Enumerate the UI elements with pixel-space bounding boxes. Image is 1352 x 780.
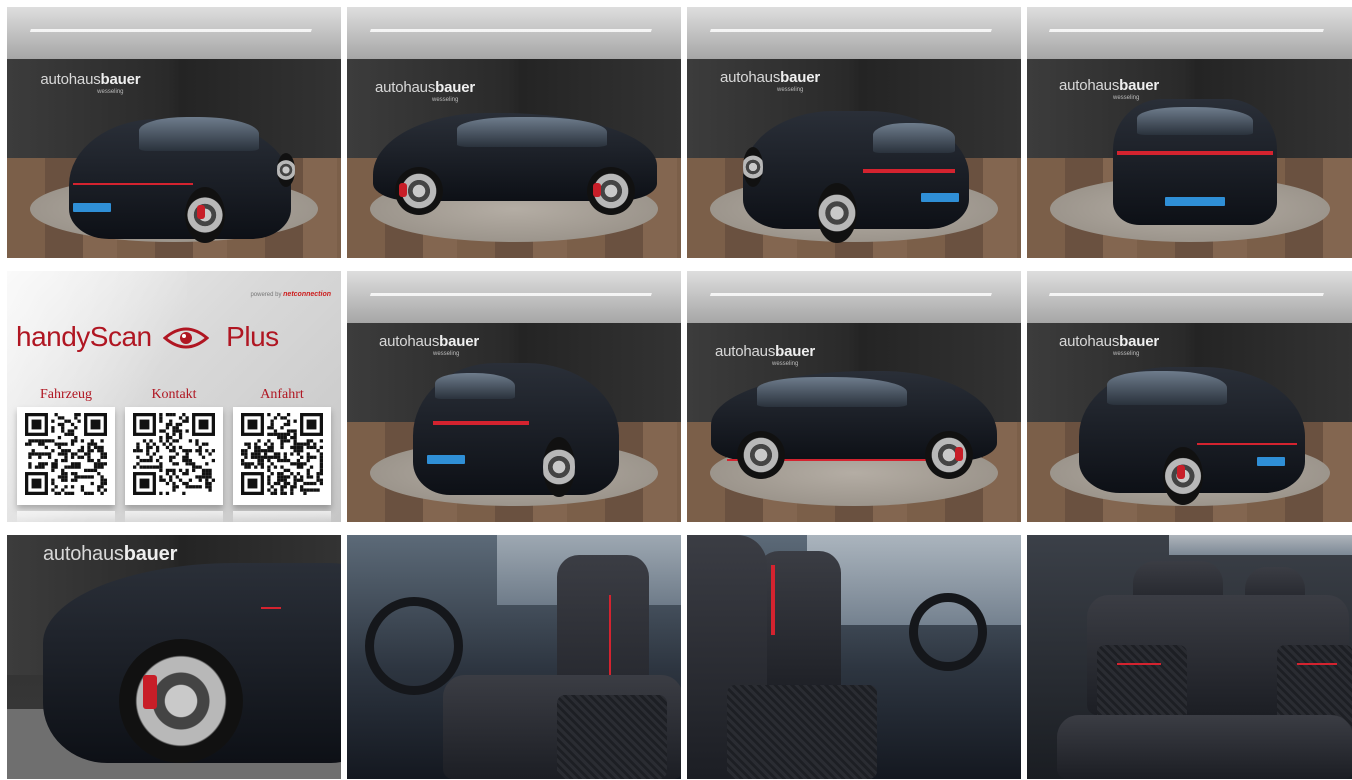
wheel [277, 153, 295, 187]
vehicle-image-gallery: autohausbauer wesseling autohausbauer we… [0, 0, 1352, 780]
gti-badge [261, 607, 281, 609]
qr-code-kontakt[interactable] [125, 407, 223, 505]
gallery-image-1[interactable]: autohausbauer wesseling [7, 7, 341, 258]
tail-lights [863, 169, 955, 173]
wheel [737, 431, 785, 479]
wheel [925, 431, 973, 479]
license-plate [1165, 197, 1225, 206]
rear-seat-cushion [1057, 715, 1352, 779]
steering-wheel [365, 597, 463, 695]
qr-label-anfahrt: Anfahrt [260, 387, 304, 402]
tail-lights [433, 421, 529, 425]
gallery-image-8[interactable]: autohausbauer wesseling [1027, 271, 1352, 522]
driver-seat [757, 551, 841, 701]
eye-icon [162, 327, 209, 349]
license-plate [73, 203, 111, 212]
steering-wheel [909, 593, 987, 671]
wheel [817, 183, 857, 243]
gallery-image-4[interactable]: autohausbauer wesseling [1027, 7, 1352, 258]
gallery-image-9[interactable]: autohausbauer [7, 535, 341, 779]
car-windshield [139, 117, 259, 151]
dealer-logo: autohausbauer [720, 69, 820, 86]
car-rear-window [1137, 107, 1253, 135]
dealer-logo: autohausbauer [43, 543, 178, 565]
dealer-logo: autohausbauer [375, 79, 475, 96]
qr-label-kontakt: Kontakt [151, 387, 197, 402]
dealer-logo: autohausbauer [379, 333, 479, 350]
dealer-logo: autohausbauer [1059, 333, 1159, 350]
powered-by-label: powered by netconnection [250, 291, 331, 298]
gallery-image-3[interactable]: autohausbauer wesseling [687, 7, 1021, 258]
car-rear-window [435, 373, 515, 399]
tail-lights [1117, 151, 1273, 155]
wheel [743, 147, 763, 187]
gallery-image-12[interactable] [1027, 535, 1352, 779]
gallery-image-11[interactable] [687, 535, 1021, 779]
wheel [543, 437, 575, 497]
license-plate [921, 193, 959, 202]
dealer-logo: autohausbauer [40, 71, 141, 88]
dealer-logo-subtitle: wesseling [97, 89, 124, 95]
gti-red-stripe [1197, 443, 1297, 445]
car-rear-window [873, 123, 955, 153]
qr-label-fahrzeug: Fahrzeug [39, 387, 93, 402]
wheel [185, 187, 225, 243]
car-side-windows [457, 117, 607, 147]
car-side-windows [757, 377, 907, 407]
dealer-logo: autohausbauer [1059, 77, 1159, 94]
license-plate [427, 455, 465, 464]
gallery-image-7[interactable]: autohausbauer wesseling [687, 271, 1021, 522]
qr-code-fahrzeug[interactable] [17, 407, 115, 505]
gallery-image-6[interactable]: autohausbauer wesseling [347, 271, 681, 522]
gallery-image-10[interactable] [347, 535, 681, 779]
gallery-image-2[interactable]: autohausbauer wesseling [347, 7, 681, 258]
handyscan-qr-panel[interactable]: powered by netconnection handyScan Plus … [7, 271, 341, 522]
car-windshield [1107, 371, 1227, 405]
rear-window [1169, 535, 1352, 555]
qr-code-anfahrt[interactable] [233, 407, 331, 505]
wheel [119, 639, 243, 763]
license-plate [1257, 457, 1285, 466]
dealer-logo: autohausbauer [715, 343, 815, 360]
gti-red-stripe [73, 183, 193, 185]
handyscan-title: handyScan Plus [16, 321, 279, 352]
